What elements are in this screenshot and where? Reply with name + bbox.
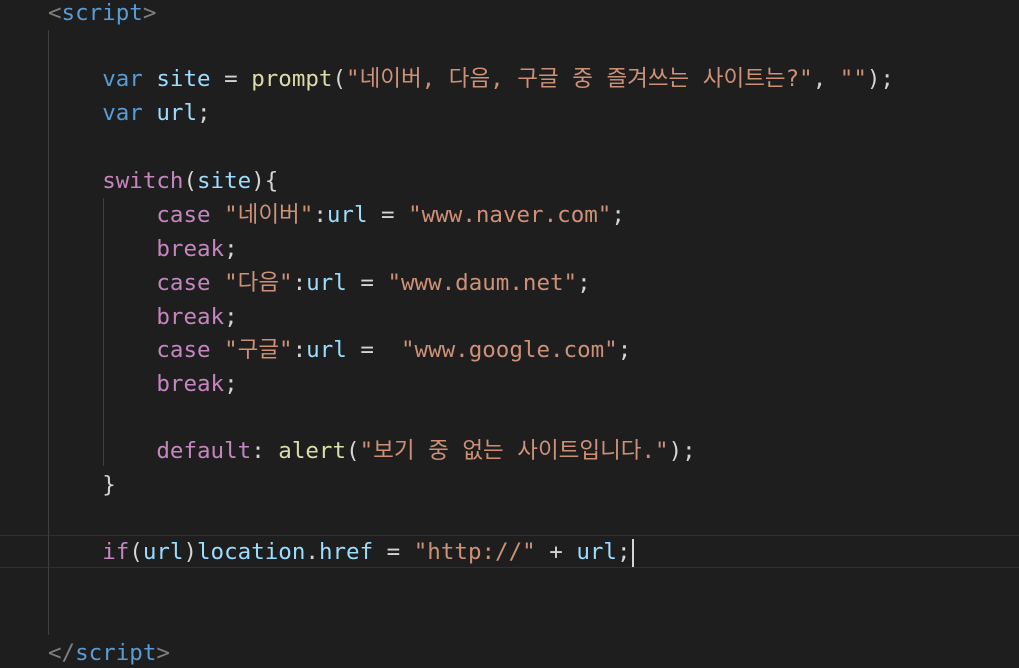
string-literal: "www.google.com" xyxy=(400,337,618,363)
code-line-var-url[interactable]: var url; xyxy=(48,96,210,130)
string-literal: "네이버, 다음, 구글 중 즐겨쓰는 사이트는?" xyxy=(346,66,813,92)
code-line-case[interactable]: case "구글":url = "www.google.com"; xyxy=(48,333,631,367)
identifier: url xyxy=(326,202,368,228)
identifier: url xyxy=(156,100,198,126)
code-line-default[interactable]: default: alert("보기 중 없는 사이트입니다."); xyxy=(48,434,695,468)
code-line-close-tag[interactable]: </script> xyxy=(48,636,170,668)
code-line-open-tag[interactable]: <script> xyxy=(48,0,156,30)
identifier: href xyxy=(318,539,374,565)
string-literal: "다음" xyxy=(224,270,293,296)
code-line-break[interactable]: break; xyxy=(48,300,237,334)
keyword: switch xyxy=(102,168,184,194)
code-line-break[interactable]: break; xyxy=(48,232,237,266)
code-line-case[interactable]: case "다음":url = "www.daum.net"; xyxy=(48,266,590,300)
keyword: var xyxy=(102,66,143,92)
keyword: case xyxy=(156,270,211,296)
code-editor[interactable]: <script> var site = prompt("네이버, 다음, 구글 … xyxy=(0,0,1019,668)
identifier: url xyxy=(306,270,347,296)
function-name: alert xyxy=(278,438,347,464)
tag-name: script xyxy=(75,640,157,666)
keyword: break xyxy=(156,371,225,397)
string-literal: "구글" xyxy=(224,337,293,363)
keyword: var xyxy=(102,100,143,126)
string-literal: "www.daum.net" xyxy=(387,270,578,296)
string-literal: "http://" xyxy=(413,539,536,565)
keyword: if xyxy=(102,539,130,565)
code-line-case[interactable]: case "네이버":url = "www.naver.com"; xyxy=(48,198,625,232)
identifier: location xyxy=(197,539,306,565)
code-line-close-brace[interactable]: } xyxy=(48,468,116,502)
code-line-switch[interactable]: switch(site){ xyxy=(48,164,278,198)
string-literal: "보기 중 없는 사이트입니다." xyxy=(359,438,669,464)
function-name: prompt xyxy=(251,66,333,92)
identifier: site xyxy=(156,66,211,92)
tag-name: script xyxy=(61,0,143,26)
code-line-break[interactable]: break; xyxy=(48,367,237,401)
string-literal: "www.naver.com" xyxy=(408,202,612,228)
keyword: break xyxy=(156,304,225,330)
identifier: url xyxy=(142,539,184,565)
identifier: site xyxy=(197,168,252,194)
text-cursor xyxy=(631,538,634,567)
keyword: default xyxy=(156,438,252,464)
string-literal: "" xyxy=(839,66,867,92)
keyword: case xyxy=(156,337,211,363)
keyword: break xyxy=(156,236,225,262)
code-line-prompt[interactable]: var site = prompt("네이버, 다음, 구글 중 즐겨쓰는 사이… xyxy=(48,62,894,96)
keyword: case xyxy=(156,202,211,228)
code-line-redirect[interactable]: if(url)location.href = "http://" + url; xyxy=(48,535,634,569)
identifier: url xyxy=(306,337,347,363)
string-literal: "네이버" xyxy=(224,202,314,228)
identifier: url xyxy=(576,539,617,565)
